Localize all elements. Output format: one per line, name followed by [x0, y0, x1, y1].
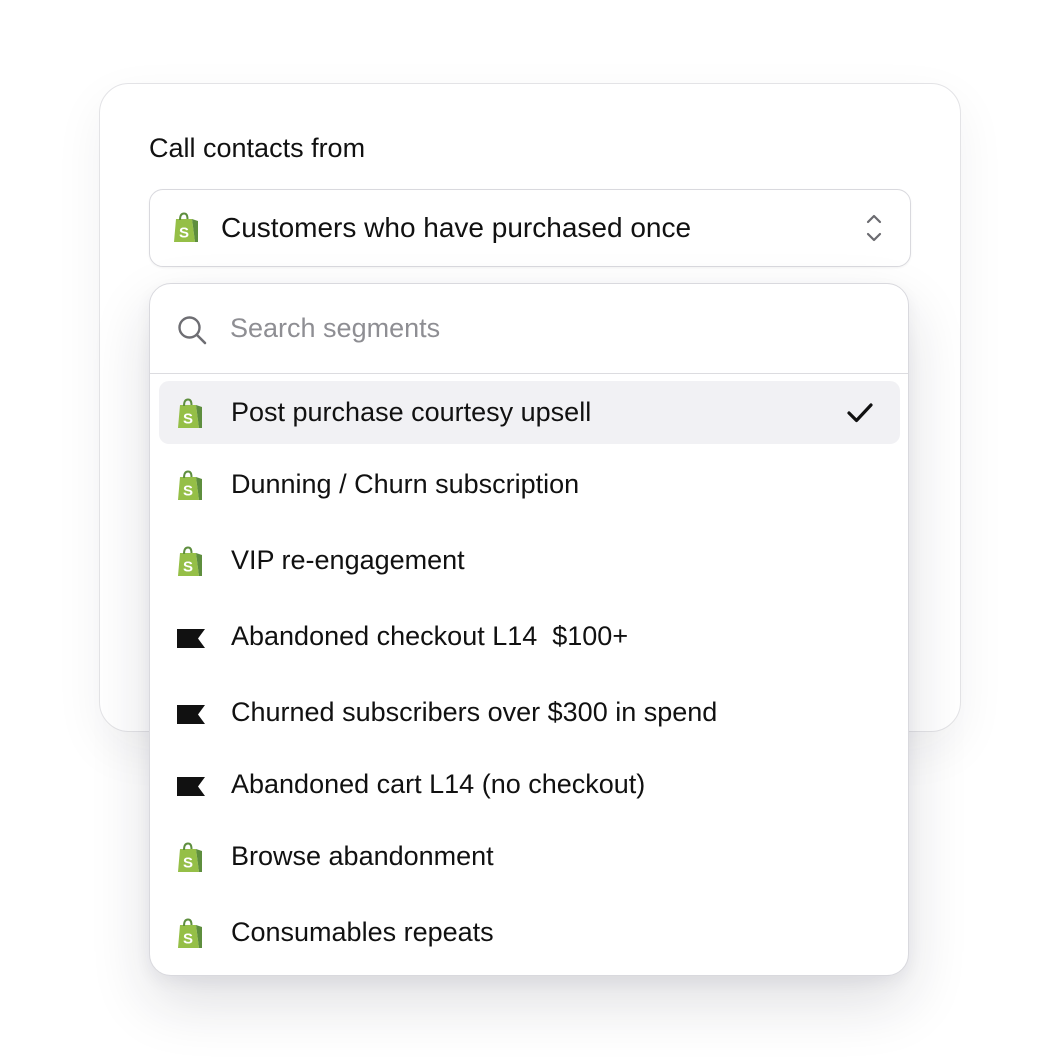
klaviyo-flag-icon	[176, 698, 206, 735]
shopify-bag-icon: S	[176, 546, 204, 583]
option-browse-abandonment[interactable]: S Browse abandonment	[159, 825, 900, 888]
shopify-bag-icon: S	[176, 398, 204, 435]
select-value: Customers who have purchased once	[221, 212, 692, 243]
option-label: Abandoned cart L14 (no checkout)	[231, 769, 646, 799]
svg-text:S: S	[183, 855, 193, 872]
shopify-bag-icon: S	[172, 212, 200, 249]
option-label: Post purchase courtesy upsell	[231, 397, 592, 427]
option-churned-subscribers-over-300[interactable]: Churned subscribers over $300 in spend	[159, 681, 900, 744]
option-label: Churned subscribers over $300 in spend	[231, 697, 718, 727]
option-abandoned-checkout-l14[interactable]: Abandoned checkout L14 $100+	[159, 605, 900, 668]
svg-text:S: S	[183, 559, 193, 576]
field-label: Call contacts from	[149, 133, 366, 163]
segment-select[interactable]: S Customers who have purchased once	[149, 189, 911, 267]
shopify-bag-icon: S	[176, 842, 204, 879]
stage: Call contacts from S Customers who have …	[0, 0, 1058, 1058]
option-label: Browse abandonment	[231, 841, 494, 871]
options-list: S Post purchase courtesy upsell S Dunnin…	[150, 284, 908, 975]
svg-text:S: S	[183, 411, 193, 428]
shopify-bag-icon: S	[176, 470, 204, 507]
option-label: Dunning / Churn subscription	[231, 469, 580, 499]
chevron-up-down-icon	[865, 211, 883, 250]
segment-dropdown: S Post purchase courtesy upsell S	[149, 283, 909, 976]
klaviyo-flag-icon	[176, 622, 206, 659]
option-label: Abandoned checkout L14 $100+	[231, 621, 629, 651]
svg-text:S: S	[179, 225, 189, 242]
svg-text:S: S	[183, 931, 193, 948]
klaviyo-flag-icon	[176, 770, 206, 807]
svg-text:S: S	[183, 483, 193, 500]
option-dunning-churn-subscription[interactable]: S Dunning / Churn subscription	[159, 453, 900, 516]
option-post-purchase-courtesy-upsell[interactable]: S Post purchase courtesy upsell	[159, 381, 900, 444]
option-label: VIP re-engagement	[231, 545, 465, 575]
option-label: Consumables repeats	[231, 917, 494, 947]
check-icon	[846, 401, 874, 430]
option-abandoned-cart-l14[interactable]: Abandoned cart L14 (no checkout)	[159, 753, 900, 816]
option-consumables-repeats[interactable]: S Consumables repeats	[159, 901, 900, 964]
option-vip-re-engagement[interactable]: S VIP re-engagement	[159, 529, 900, 592]
shopify-bag-icon: S	[176, 918, 204, 955]
